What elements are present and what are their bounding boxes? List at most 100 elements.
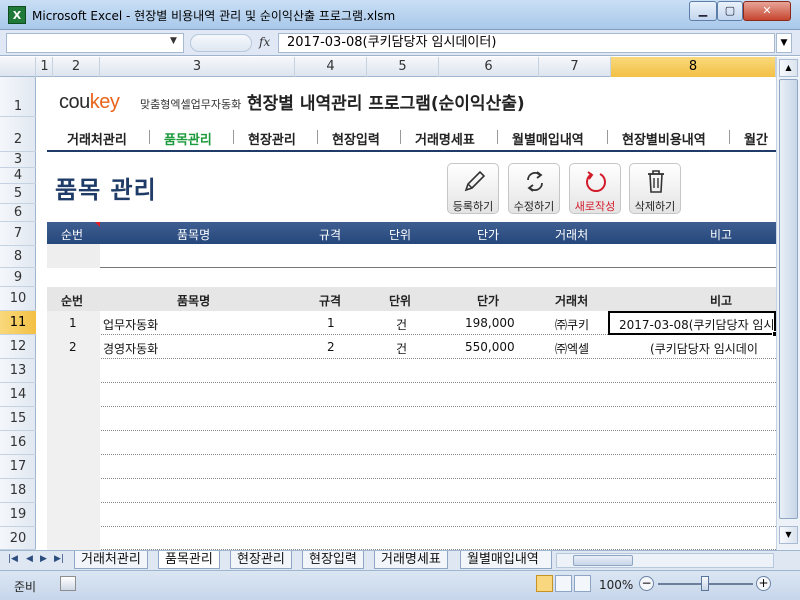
zoom-out-button[interactable]: − [639, 576, 654, 591]
row-header-cell[interactable]: 4 [0, 168, 36, 184]
row-number-cell[interactable] [47, 383, 100, 407]
sheet-tab-statement[interactable]: 거래명세표 [374, 551, 448, 569]
row-header-cell[interactable]: 19 [0, 503, 36, 527]
sheet-tab-site-input[interactable]: 현장입력 [302, 551, 364, 569]
scroll-down-arrow-icon[interactable]: ▼ [779, 526, 798, 544]
row-header-cell[interactable]: 9 [0, 268, 36, 287]
row-header-cell[interactable]: 13 [0, 359, 36, 383]
cell-price[interactable]: 198,000 [465, 316, 515, 330]
horizontal-scroll-thumb[interactable] [573, 555, 633, 566]
row-header-cell[interactable]: 7 [0, 222, 36, 246]
nav-item-site-input[interactable]: 현장입력 [332, 129, 380, 148]
row-header-cell[interactable]: 15 [0, 407, 36, 431]
row-number-cell[interactable] [47, 359, 100, 383]
column-header-cell[interactable]: 5 [367, 57, 439, 77]
table-row[interactable] [47, 503, 776, 527]
row-header-cell[interactable]: 12 [0, 335, 36, 359]
row-header-cell[interactable]: 1 [0, 77, 36, 117]
row-header-cell[interactable]: 18 [0, 479, 36, 503]
column-header-cell[interactable]: 7 [539, 57, 611, 77]
column-header-cell[interactable]: 1 [37, 57, 53, 77]
name-box[interactable] [6, 33, 184, 53]
cell-vendor[interactable]: ㈜쿠키 [555, 316, 589, 333]
select-all-corner[interactable] [0, 57, 36, 77]
zoom-slider-thumb[interactable] [701, 576, 709, 591]
input-no-cell[interactable] [47, 244, 100, 268]
column-header-cell[interactable]: 4 [295, 57, 367, 77]
insert-function-icon[interactable]: fx [259, 35, 270, 49]
expand-formula-bar-button[interactable]: ▼ [776, 33, 792, 53]
new-button[interactable]: 새로작성 [569, 163, 621, 214]
row-header-cell[interactable]: 6 [0, 204, 36, 222]
table-row[interactable] [47, 479, 776, 503]
macro-record-icon[interactable] [60, 576, 76, 591]
active-cell-outline[interactable] [608, 311, 776, 335]
row-header-cell-active[interactable]: 11 [0, 311, 36, 335]
close-button[interactable]: ✕ [743, 1, 791, 21]
column-header-cell[interactable]: 6 [439, 57, 539, 77]
maximize-button[interactable]: ▢ [717, 1, 743, 21]
cell-no[interactable]: 2 [69, 340, 77, 354]
cell-name[interactable]: 경영자동화 [103, 340, 158, 357]
table-row[interactable] [47, 383, 776, 407]
row-header-cell[interactable]: 8 [0, 246, 36, 268]
minimize-button[interactable]: ▁ [689, 1, 717, 21]
nav-item-items[interactable]: 품목관리 [164, 129, 212, 148]
row-number-cell[interactable] [47, 455, 100, 479]
zoom-in-button[interactable]: + [756, 576, 771, 591]
row-header-cell[interactable]: 5 [0, 184, 36, 204]
column-header-cell[interactable]: 2 [53, 57, 100, 77]
register-button[interactable]: 등록하기 [447, 163, 499, 214]
nav-item-vendors[interactable]: 거래처관리 [67, 129, 127, 148]
next-sheet-icon[interactable]: ▶ [40, 554, 47, 564]
cell-note[interactable]: (쿠키담당자 임시데이 [650, 340, 776, 357]
row-header-cell[interactable]: 14 [0, 383, 36, 407]
sheet-tab-vendors[interactable]: 거래처관리 [74, 551, 148, 569]
table-row[interactable] [47, 359, 776, 383]
table-row[interactable] [47, 527, 776, 550]
formula-input[interactable]: 2017-03-08(쿠키담당자 임시데이터) [278, 33, 775, 53]
edit-button[interactable]: 수정하기 [508, 163, 560, 214]
table-row[interactable]: 2 경영자동화 2 건 550,000 ㈜엑셀 (쿠키담당자 임시데이 [47, 335, 776, 359]
delete-button[interactable]: 삭제하기 [629, 163, 681, 214]
cell-unit[interactable]: 건 [396, 316, 407, 333]
excel-icon[interactable]: X [8, 6, 26, 24]
row-header-cell[interactable]: 3 [0, 152, 36, 168]
cell-price[interactable]: 550,000 [465, 340, 515, 354]
row-number-cell[interactable] [47, 527, 100, 550]
page-layout-view-button[interactable] [555, 575, 572, 592]
table-row[interactable] [47, 455, 776, 479]
cell-name[interactable]: 업무자동화 [103, 316, 158, 333]
row-number-cell[interactable] [47, 431, 100, 455]
cell-no[interactable]: 1 [69, 316, 77, 330]
nav-item-statement[interactable]: 거래명세표 [415, 129, 475, 148]
vertical-scrollbar[interactable]: ▲ ▼ [776, 57, 800, 550]
page-break-view-button[interactable] [574, 575, 591, 592]
row-header-cell[interactable]: 17 [0, 455, 36, 479]
comment-indicator-icon[interactable] [95, 222, 100, 227]
row-number-cell[interactable] [47, 479, 100, 503]
cell-spec[interactable]: 2 [327, 340, 335, 354]
table-row[interactable] [47, 431, 776, 455]
nav-item-site-costs[interactable]: 현장별비용내역 [622, 129, 706, 148]
first-sheet-icon[interactable]: |◀ [8, 554, 18, 564]
prev-sheet-icon[interactable]: ◀ [26, 554, 33, 564]
row-header-cell[interactable]: 20 [0, 527, 36, 550]
cell-vendor[interactable]: ㈜엑셀 [555, 340, 589, 357]
zoom-level[interactable]: 100% [599, 578, 633, 592]
normal-view-button[interactable] [536, 575, 553, 592]
input-row[interactable] [47, 244, 776, 268]
row-header-cell[interactable]: 2 [0, 117, 36, 152]
nav-item-monthly[interactable]: 월간 [744, 129, 768, 148]
column-header-cell[interactable]: 3 [100, 57, 295, 77]
last-sheet-icon[interactable]: ▶| [54, 554, 64, 564]
sheet-tab-items[interactable]: 품목관리 [158, 551, 220, 569]
row-header-cell[interactable]: 16 [0, 431, 36, 455]
nav-item-sites[interactable]: 현장관리 [248, 129, 296, 148]
row-number-cell[interactable] [47, 503, 100, 527]
row-number-cell[interactable] [47, 407, 100, 431]
cell-spec[interactable]: 1 [327, 316, 335, 330]
table-row[interactable] [47, 407, 776, 431]
column-header-cell-active[interactable]: 8 [611, 57, 776, 77]
nav-item-monthly-purchases[interactable]: 월별매입내역 [512, 129, 584, 148]
